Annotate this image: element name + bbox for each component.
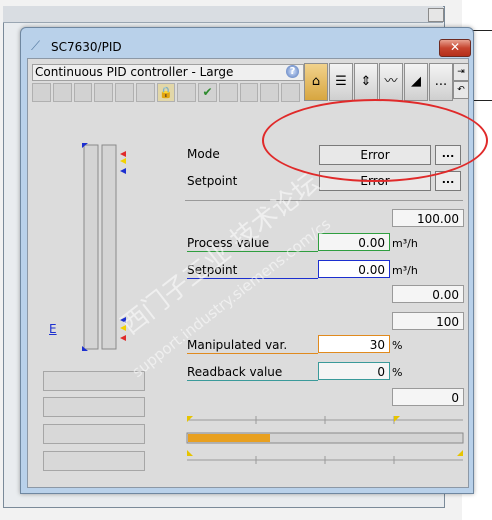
process-value-unit: m³/h [392,237,418,250]
status-box [43,397,145,417]
status-cell [32,83,51,102]
status-cell [239,83,259,102]
lock-icon: 🔒 [156,83,176,102]
readback-field: 0 [318,362,390,380]
separator [185,200,463,201]
siemens-app-icon: ⟋ [31,39,41,54]
home-view-button[interactable]: ⌂ [304,63,328,101]
alarm-low-marker [120,335,126,341]
status-cell [177,83,197,102]
scale-high-value: 100.00 [392,209,464,227]
setpoint-input[interactable]: 0.00 [318,260,390,278]
status-box [43,424,145,444]
highlight-ellipse [262,99,488,182]
output-limit-marker [187,416,193,422]
home-icon: ⌂ [311,74,321,89]
window-title: SC7630/PID [51,40,122,54]
limit-view-button[interactable]: ⇕ [354,63,378,101]
output-bar-fill [188,434,270,442]
readback-unit: % [392,366,403,379]
status-cell [218,83,238,102]
manipulated-var-unit: % [392,339,403,352]
pv-bar [83,144,99,350]
back-icon[interactable]: ↶ [453,81,469,99]
background-titlebar [3,6,443,23]
setpoint-source-label: Setpoint [187,174,238,188]
status-cell [115,83,134,102]
alarm-high-marker [120,151,126,157]
limits-icon: ⇕ [360,74,372,89]
setpoint-unit: m³/h [392,264,418,277]
ramp-icon: ◢ [411,74,421,89]
status-box [43,371,145,391]
mode-label: Mode [187,147,220,161]
mv-scale-low-value: 0 [392,388,464,406]
message-list-icon: ☰ [335,74,347,89]
status-cell [281,83,300,102]
output-limit-marker [394,416,400,422]
status-cell [135,83,155,102]
status-cell [73,83,93,102]
scale-low-value: 0.00 [392,285,464,303]
output-limit-marker [457,450,463,456]
parameter-view-button[interactable]: ◢ [404,63,428,101]
output-limit-marker [187,450,193,456]
check-icon: ✔ [198,83,217,102]
tolerance-high-marker [120,168,126,174]
mv-bar [101,144,117,350]
block-name-text: Continuous PID controller - Large [35,65,234,79]
output-bar-graph [186,416,464,464]
trend-view-button[interactable]: 〰 [379,63,403,101]
status-cell [94,83,114,102]
readback-label: Readback value [187,365,318,381]
warning-high-marker [120,158,126,164]
pid-faceplate-window: ⟋ SC7630/PID ✕ Continuous PID controller… [20,27,474,494]
overflow-label: ... [434,74,448,89]
status-cell [260,83,280,102]
title-bar[interactable]: ⟋ SC7630/PID ✕ [21,28,473,58]
help-icon[interactable]: ? [286,65,299,78]
process-value-field: 0.00 [318,233,390,251]
block-name: Continuous PID controller - Large [32,64,304,81]
message-view-button[interactable]: ☰ [329,63,353,101]
mv-scale-high-value: 100 [392,312,464,330]
status-box [43,451,145,471]
manipulated-var-label: Manipulated var. [187,338,318,354]
more-views-button[interactable]: ... [429,63,453,101]
background-close-button[interactable] [428,8,444,22]
manipulated-var-input[interactable]: 30 [318,335,390,353]
pin-icon[interactable]: ⇥ [453,63,469,81]
e-marker-link[interactable]: E [49,322,57,336]
trend-icon: 〰 [384,74,398,89]
close-button[interactable]: ✕ [439,39,471,57]
status-row: 🔒 ✔ [32,83,300,102]
status-cell [52,83,72,102]
